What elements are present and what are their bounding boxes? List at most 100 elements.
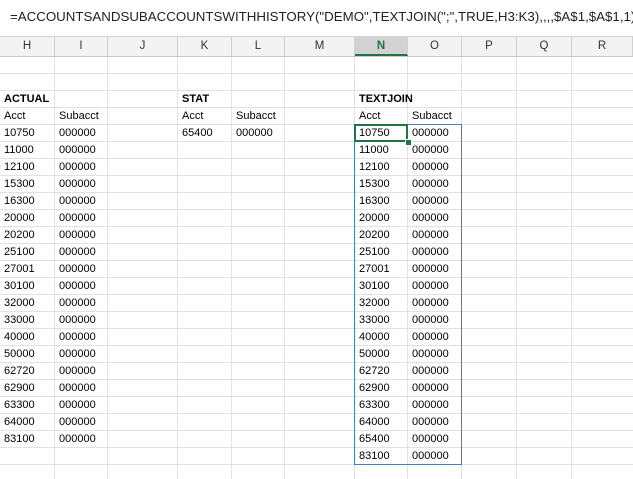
column-header-h[interactable]: H bbox=[0, 37, 55, 56]
column-header-m[interactable]: M bbox=[285, 37, 355, 56]
actual-title[interactable]: ACTUAL bbox=[4, 91, 49, 108]
actual-subacct-cell[interactable]: 000000 bbox=[59, 125, 96, 142]
actual-acct-cell[interactable]: 12100 bbox=[4, 159, 35, 176]
textjoin-subacct-cell[interactable]: 000000 bbox=[412, 380, 449, 397]
textjoin-acct-cell[interactable]: 12100 bbox=[359, 159, 390, 176]
stat-title[interactable]: STAT bbox=[182, 91, 209, 108]
textjoin-subacct-cell[interactable]: 000000 bbox=[412, 227, 449, 244]
column-header-q[interactable]: Q bbox=[517, 37, 572, 56]
actual-subacct-cell[interactable]: 000000 bbox=[59, 312, 96, 329]
formula-text[interactable]: =ACCOUNTSANDSUBACCOUNTSWITHHISTORY("DEMO… bbox=[10, 9, 633, 24]
textjoin-subacct-cell[interactable]: 000000 bbox=[412, 363, 449, 380]
textjoin-subacct-header[interactable]: Subacct bbox=[412, 108, 452, 125]
textjoin-acct-header[interactable]: Acct bbox=[359, 108, 380, 125]
actual-acct-cell[interactable]: 50000 bbox=[4, 346, 35, 363]
actual-acct-cell[interactable]: 10750 bbox=[4, 125, 35, 142]
spreadsheet-grid[interactable]: ACTUAL Acct Subacct 10750 11000 12100 15300 163… bbox=[0, 57, 633, 479]
textjoin-subacct-cell[interactable]: 000000 bbox=[412, 193, 449, 210]
fill-handle[interactable] bbox=[405, 139, 412, 146]
actual-acct-cell[interactable]: 11000 bbox=[4, 142, 34, 159]
textjoin-acct-cell[interactable]: 11000 bbox=[359, 142, 389, 159]
actual-acct-cell[interactable]: 32000 bbox=[4, 295, 35, 312]
actual-subacct-cell[interactable]: 000000 bbox=[59, 414, 96, 431]
actual-subacct-header[interactable]: Subacct bbox=[59, 108, 99, 125]
actual-acct-cell[interactable]: 27001 bbox=[4, 261, 35, 278]
stat-acct-cell[interactable]: 65400 bbox=[182, 125, 213, 142]
actual-subacct-cell[interactable]: 000000 bbox=[59, 346, 96, 363]
textjoin-subacct-cell[interactable]: 000000 bbox=[412, 329, 449, 346]
actual-subacct-cell[interactable]: 000000 bbox=[59, 397, 96, 414]
textjoin-subacct-cell[interactable]: 000000 bbox=[412, 295, 449, 312]
actual-acct-cell[interactable]: 15300 bbox=[4, 176, 35, 193]
actual-acct-cell[interactable]: 83100 bbox=[4, 431, 35, 448]
actual-acct-cell[interactable]: 62900 bbox=[4, 380, 35, 397]
actual-acct-cell[interactable]: 20000 bbox=[4, 210, 35, 227]
textjoin-subacct-cell[interactable]: 000000 bbox=[412, 210, 449, 227]
actual-subacct-cell[interactable]: 000000 bbox=[59, 295, 96, 312]
column-header-n[interactable]: N bbox=[355, 37, 408, 56]
actual-subacct-cell[interactable]: 000000 bbox=[59, 159, 96, 176]
actual-subacct-cell[interactable]: 000000 bbox=[59, 278, 96, 295]
actual-subacct-cell[interactable]: 000000 bbox=[59, 261, 96, 278]
textjoin-subacct-cell[interactable]: 000000 bbox=[412, 125, 449, 142]
stat-subacct-header[interactable]: Subacct bbox=[236, 108, 276, 125]
textjoin-subacct-cell[interactable]: 000000 bbox=[412, 397, 449, 414]
textjoin-acct-cell[interactable]: 27001 bbox=[359, 261, 390, 278]
textjoin-acct-cell[interactable]: 50000 bbox=[359, 346, 390, 363]
textjoin-subacct-cell[interactable]: 000000 bbox=[412, 278, 449, 295]
textjoin-acct-cell[interactable]: 40000 bbox=[359, 329, 390, 346]
textjoin-acct-cell[interactable]: 83100 bbox=[359, 448, 390, 465]
textjoin-subacct-cell[interactable]: 000000 bbox=[412, 346, 449, 363]
textjoin-acct-cell[interactable]: 16300 bbox=[359, 193, 390, 210]
textjoin-subacct-cell[interactable]: 000000 bbox=[412, 176, 449, 193]
textjoin-acct-cell[interactable]: 62900 bbox=[359, 380, 390, 397]
actual-acct-header[interactable]: Acct bbox=[4, 108, 25, 125]
actual-acct-cell[interactable]: 63300 bbox=[4, 397, 35, 414]
textjoin-subacct-cell[interactable]: 000000 bbox=[412, 448, 449, 465]
actual-subacct-cell[interactable]: 000000 bbox=[59, 329, 96, 346]
actual-acct-cell[interactable]: 64000 bbox=[4, 414, 35, 431]
column-header-r[interactable]: R bbox=[572, 37, 633, 56]
textjoin-subacct-cell[interactable]: 000000 bbox=[412, 431, 449, 448]
actual-acct-cell[interactable]: 40000 bbox=[4, 329, 35, 346]
column-header-i[interactable]: I bbox=[55, 37, 108, 56]
stat-acct-header[interactable]: Acct bbox=[182, 108, 203, 125]
textjoin-subacct-cell[interactable]: 000000 bbox=[412, 159, 449, 176]
actual-acct-cell[interactable]: 33000 bbox=[4, 312, 35, 329]
textjoin-subacct-cell[interactable]: 000000 bbox=[412, 244, 449, 261]
actual-subacct-cell[interactable]: 000000 bbox=[59, 193, 96, 210]
textjoin-title[interactable]: TEXTJOIN bbox=[359, 91, 413, 108]
actual-subacct-cell[interactable]: 000000 bbox=[59, 380, 96, 397]
textjoin-subacct-cell[interactable]: 000000 bbox=[412, 414, 449, 431]
textjoin-subacct-cell[interactable]: 000000 bbox=[412, 312, 449, 329]
column-header-k[interactable]: K bbox=[178, 37, 232, 56]
column-header-p[interactable]: P bbox=[462, 37, 517, 56]
actual-subacct-cell[interactable]: 000000 bbox=[59, 176, 96, 193]
actual-acct-cell[interactable]: 20200 bbox=[4, 227, 35, 244]
textjoin-acct-cell[interactable]: 10750 bbox=[359, 125, 390, 142]
textjoin-subacct-cell[interactable]: 000000 bbox=[412, 261, 449, 278]
actual-subacct-cell[interactable]: 000000 bbox=[59, 210, 96, 227]
formula-bar[interactable]: =ACCOUNTSANDSUBACCOUNTSWITHHISTORY("DEMO… bbox=[0, 0, 633, 37]
column-header-l[interactable]: L bbox=[232, 37, 285, 56]
textjoin-acct-cell[interactable]: 63300 bbox=[359, 397, 390, 414]
textjoin-acct-cell[interactable]: 33000 bbox=[359, 312, 390, 329]
actual-subacct-cell[interactable]: 000000 bbox=[59, 227, 96, 244]
actual-subacct-cell[interactable]: 000000 bbox=[59, 142, 96, 159]
textjoin-acct-cell[interactable]: 20000 bbox=[359, 210, 390, 227]
textjoin-acct-cell[interactable]: 25100 bbox=[359, 244, 390, 261]
textjoin-acct-cell[interactable]: 32000 bbox=[359, 295, 390, 312]
textjoin-acct-cell[interactable]: 30100 bbox=[359, 278, 390, 295]
actual-subacct-cell[interactable]: 000000 bbox=[59, 431, 96, 448]
textjoin-acct-cell[interactable]: 62720 bbox=[359, 363, 390, 380]
actual-acct-cell[interactable]: 30100 bbox=[4, 278, 35, 295]
actual-acct-cell[interactable]: 62720 bbox=[4, 363, 35, 380]
textjoin-acct-cell[interactable]: 64000 bbox=[359, 414, 390, 431]
actual-acct-cell[interactable]: 25100 bbox=[4, 244, 35, 261]
actual-acct-cell[interactable]: 16300 bbox=[4, 193, 35, 210]
textjoin-acct-cell[interactable]: 20200 bbox=[359, 227, 390, 244]
textjoin-acct-cell[interactable]: 15300 bbox=[359, 176, 390, 193]
textjoin-subacct-cell[interactable]: 000000 bbox=[412, 142, 449, 159]
column-header-j[interactable]: J bbox=[108, 37, 178, 56]
column-header-o[interactable]: O bbox=[408, 37, 462, 56]
